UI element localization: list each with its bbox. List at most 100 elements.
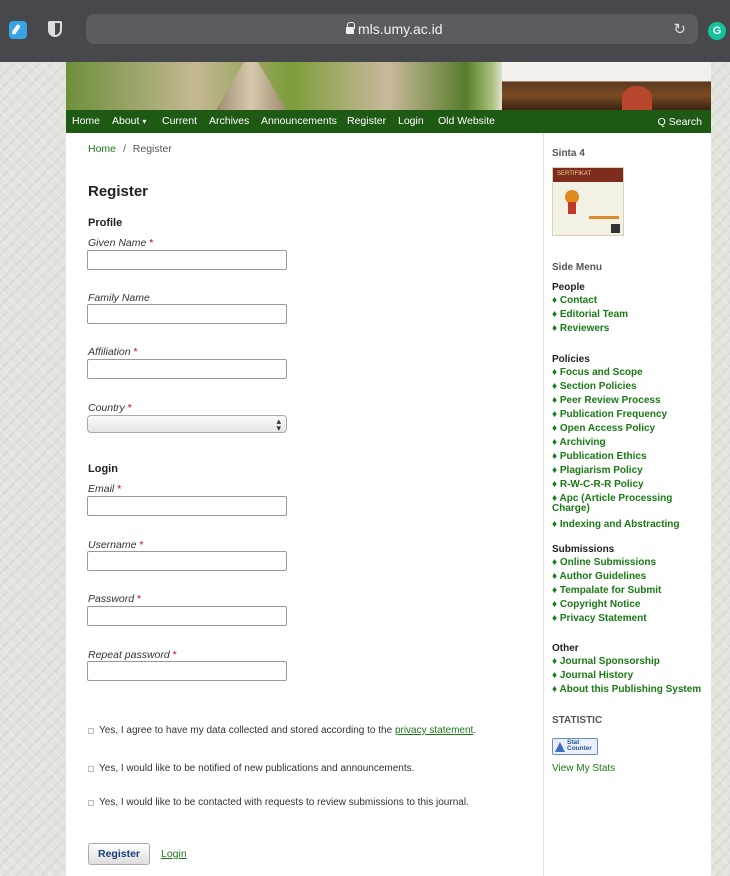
nav-login[interactable]: Login [398, 115, 424, 127]
statcounter-label: Stat Counter [567, 739, 592, 752]
grammarly-icon[interactable]: G [708, 22, 726, 40]
login-link[interactable]: Login [161, 848, 187, 860]
sidebar-item-plagiarism[interactable]: ♦ Plagiarism Policy [552, 464, 712, 478]
view-stats-link[interactable]: View My Stats [552, 763, 615, 774]
sidebar-item-reviewers[interactable]: ♦ Reviewers [552, 322, 712, 336]
country-label: Country * [88, 402, 132, 414]
email-label-text: Email [88, 483, 115, 495]
submissions-heading: Submissions [552, 544, 615, 555]
nav-old-website[interactable]: Old Website [438, 115, 495, 127]
address-bar[interactable]: mls.umy.ac.id ↻ [86, 14, 698, 44]
required-mark: * [172, 649, 177, 661]
username-label-text: Username [88, 539, 137, 551]
sidebar-item-rwcrr-policy[interactable]: ♦ R-W-C-R-R Policy [552, 478, 712, 492]
url-text: mls.umy.ac.id [358, 21, 443, 37]
required-mark: * [127, 402, 132, 414]
username-input[interactable] [87, 551, 287, 571]
sidebar-item-editorial-team[interactable]: ♦ Editorial Team [552, 308, 712, 322]
sidebar-item-copyright[interactable]: ♦ Copyright Notice [552, 598, 712, 612]
sidebar-item-sponsorship[interactable]: ♦ Journal Sponsorship [552, 655, 712, 669]
chevron-down-icon: ▾ [142, 117, 147, 126]
breadcrumb-home[interactable]: Home [88, 143, 116, 155]
sidebar-item-publication-frequency[interactable]: ♦ Publication Frequency [552, 408, 712, 422]
header-banner [66, 62, 711, 110]
sidebar-item-template[interactable]: ♦ Tempalate for Submit [552, 584, 712, 598]
family-name-input[interactable] [87, 304, 287, 324]
statcounter-badge[interactable]: Stat Counter [552, 738, 598, 755]
shield-icon[interactable] [48, 21, 62, 37]
password-input[interactable] [87, 606, 287, 626]
required-mark: * [149, 237, 154, 249]
policies-list: ♦ Focus and Scope ♦ Section Policies ♦ P… [552, 366, 712, 532]
banner-right-image [502, 62, 711, 110]
select-arrows-icon: ▴ ▾ [276, 416, 281, 433]
certificate-header: SERTIFIKAT [553, 168, 623, 182]
nav-about[interactable]: About ▾ [112, 115, 146, 127]
sidebar-item-indexing[interactable]: ♦ Indexing and Abstracting [552, 518, 712, 532]
affiliation-input[interactable] [87, 359, 287, 379]
sinta-heading: Sinta 4 [552, 148, 585, 159]
reviewer-label: Yes, I would like to be contacted with r… [99, 797, 469, 808]
sidebar-item-publishing-system[interactable]: ♦ About this Publishing System [552, 683, 712, 697]
affiliation-label-text: Affiliation [88, 346, 131, 358]
sinta-certificate-image[interactable]: SERTIFIKAT [552, 167, 624, 236]
side-menu-heading: Side Menu [552, 262, 603, 273]
people-list: ♦ Contact ♦ Editorial Team ♦ Reviewers [552, 294, 712, 336]
country-select[interactable]: ▴ ▾ [87, 415, 287, 433]
given-name-input[interactable] [87, 250, 287, 270]
nav-about-label: About [112, 115, 140, 127]
page-title: Register [88, 183, 149, 200]
main-navigation: Home About ▾ Current Archives Announceme… [66, 110, 711, 133]
nav-home[interactable]: Home [72, 115, 100, 127]
nav-register[interactable]: Register [347, 115, 386, 127]
login-heading: Login [88, 463, 118, 475]
affiliation-label: Affiliation * [88, 346, 138, 358]
reviewer-checkbox[interactable] [88, 800, 94, 806]
repeat-password-input[interactable] [87, 661, 287, 681]
sidebar-item-open-access[interactable]: ♦ Open Access Policy [552, 422, 712, 436]
main-content: Home / Register Register Profile Given N… [66, 133, 543, 876]
sidebar-item-privacy[interactable]: ♦ Privacy Statement [552, 612, 712, 626]
other-heading: Other [552, 643, 579, 654]
sidebar-item-peer-review[interactable]: ♦ Peer Review Process [552, 394, 712, 408]
sidebar: Sinta 4 SERTIFIKAT Side Menu People ♦ Co… [543, 133, 711, 876]
nav-current[interactable]: Current [162, 115, 197, 127]
required-mark: * [133, 346, 138, 358]
email-field[interactable] [87, 496, 287, 516]
sidebar-item-author-guidelines[interactable]: ♦ Author Guidelines [552, 570, 712, 584]
search-link[interactable]: Q Search [658, 116, 702, 128]
breadcrumb-current: Register [132, 143, 172, 155]
pen-extension-icon[interactable] [9, 21, 27, 39]
sidebar-item-archiving[interactable]: ♦ Archiving [552, 436, 712, 450]
sidebar-item-focus-scope[interactable]: ♦ Focus and Scope [552, 366, 712, 380]
username-label: Username * [88, 539, 143, 551]
privacy-statement-link[interactable]: privacy statement [395, 725, 473, 736]
people-heading: People [552, 282, 585, 293]
privacy-consent-checkbox[interactable] [88, 728, 94, 734]
sidebar-item-online-submissions[interactable]: ♦ Online Submissions [552, 556, 712, 570]
browser-toolbar: mls.umy.ac.id ↻ G [0, 0, 730, 62]
given-name-label: Given Name * [88, 237, 153, 249]
required-mark: * [117, 483, 122, 495]
sidebar-item-section-policies[interactable]: ♦ Section Policies [552, 380, 712, 394]
required-mark: * [139, 539, 144, 551]
banner-road-image [216, 62, 286, 110]
register-button[interactable]: Register [88, 843, 150, 865]
breadcrumb: Home / Register [88, 143, 172, 155]
certificate-bar [589, 216, 619, 219]
statistic-heading: STATISTIC [552, 715, 603, 726]
sidebar-item-publication-ethics[interactable]: ♦ Publication Ethics [552, 450, 712, 464]
reload-icon[interactable]: ↻ [673, 20, 686, 38]
statcounter-icon [555, 742, 565, 752]
sidebar-item-contact[interactable]: ♦ Contact [552, 294, 712, 308]
notify-checkbox[interactable] [88, 766, 94, 772]
breadcrumb-separator: / [122, 143, 126, 155]
submissions-list: ♦ Online Submissions ♦ Author Guidelines… [552, 556, 712, 626]
family-name-label: Family Name [88, 292, 150, 304]
password-label: Password * [88, 593, 141, 605]
sidebar-item-journal-history[interactable]: ♦ Journal History [552, 669, 712, 683]
nav-archives[interactable]: Archives [209, 115, 249, 127]
nav-announcements[interactable]: Announcements [261, 115, 337, 127]
profile-heading: Profile [88, 217, 123, 229]
sidebar-item-apc[interactable]: ♦ Apc (Article Processing Charge) [552, 494, 712, 514]
